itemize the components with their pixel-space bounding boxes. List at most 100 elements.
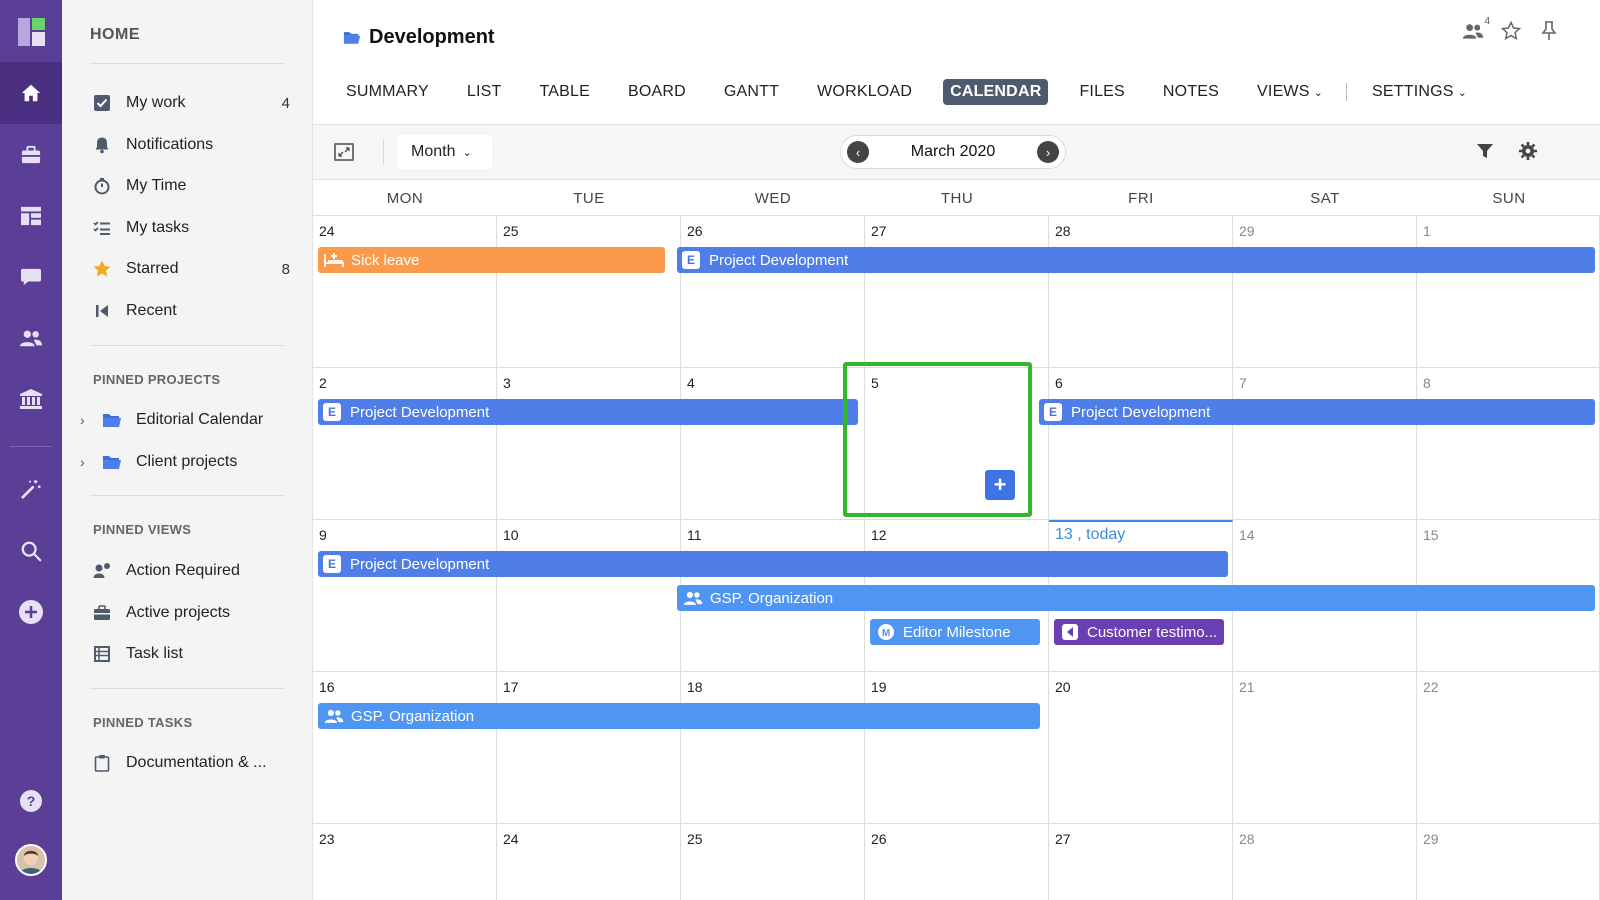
sidebar-item-notifications[interactable]: Notifications: [90, 130, 290, 160]
filter-icon[interactable]: [1476, 142, 1496, 162]
star-outline-icon[interactable]: [1500, 20, 1522, 42]
tab-list[interactable]: LIST: [460, 79, 509, 105]
day-number: 17: [503, 679, 519, 695]
day-cell[interactable]: 29: [1233, 216, 1417, 368]
day-cell[interactable]: 24: [313, 216, 497, 368]
sidebar-item-recent[interactable]: Recent: [90, 296, 290, 326]
day-cell[interactable]: 24: [497, 824, 681, 900]
view-mode-select[interactable]: Month ⌄: [397, 135, 492, 169]
sidebar-item-my-tasks[interactable]: My tasks: [90, 213, 290, 243]
app-logo[interactable]: [18, 18, 45, 46]
rail-users-icon[interactable]: [0, 307, 62, 369]
day-cell[interactable]: 29: [1417, 824, 1600, 900]
event-sick-leave[interactable]: Sick leave: [318, 247, 665, 273]
rail-help-icon[interactable]: ?: [0, 770, 62, 832]
day-cell[interactable]: 6: [1049, 368, 1233, 520]
sidebar-item-starred[interactable]: Starred 8: [90, 254, 290, 284]
rail-search-icon[interactable]: [0, 520, 62, 582]
pinned-view-active-projects[interactable]: Active projects: [90, 598, 290, 628]
users-count: 4: [1484, 16, 1490, 27]
day-cell[interactable]: 26: [681, 216, 865, 368]
rail-chat-icon[interactable]: [0, 246, 62, 308]
day-number: 11: [687, 527, 702, 543]
tab-table[interactable]: TABLE: [533, 79, 598, 105]
sidebar-item-count: 8: [281, 260, 290, 278]
event-gsp-organization[interactable]: GSP. Organization: [677, 585, 1595, 611]
day-number: 29: [1423, 831, 1439, 847]
tab-notes[interactable]: NOTES: [1156, 79, 1226, 105]
day-cell[interactable]: 28: [1233, 824, 1417, 900]
tab-files[interactable]: FILES: [1072, 79, 1131, 105]
event-project-development[interactable]: E Project Development: [318, 399, 858, 425]
day-cell[interactable]: 10: [497, 520, 681, 672]
bed-icon: [323, 251, 345, 269]
day-cell[interactable]: 28: [1049, 216, 1233, 368]
day-cell[interactable]: 18: [681, 672, 865, 824]
day-cell[interactable]: 19: [865, 672, 1049, 824]
day-cell[interactable]: 27: [865, 216, 1049, 368]
rail-add-icon[interactable]: [0, 581, 62, 643]
day-cell[interactable]: 4: [681, 368, 865, 520]
pinned-view-task-list[interactable]: Task list: [90, 639, 290, 669]
day-cell[interactable]: 25: [681, 824, 865, 900]
expand-icon[interactable]: [333, 141, 355, 163]
day-cell[interactable]: 20: [1049, 672, 1233, 824]
event-label: Customer testimo...: [1087, 623, 1218, 641]
day-cell[interactable]: 21: [1233, 672, 1417, 824]
day-cell[interactable]: 27: [1049, 824, 1233, 900]
day-cell[interactable]: 3: [497, 368, 681, 520]
rail-dashboard-icon[interactable]: [0, 185, 62, 247]
pinned-project-editorial-calendar[interactable]: › Editorial Calendar: [80, 405, 290, 435]
day-cell[interactable]: 26: [865, 824, 1049, 900]
user-avatar[interactable]: [15, 844, 47, 876]
tab-board[interactable]: BOARD: [621, 79, 693, 105]
chevron-right-icon[interactable]: ›: [80, 412, 92, 428]
day-number: 23: [319, 831, 335, 847]
next-month-button[interactable]: ›: [1037, 141, 1059, 163]
event-gsp-organization[interactable]: GSP. Organization: [318, 703, 1040, 729]
sidebar-item-my-work[interactable]: My work 4: [90, 88, 290, 118]
event-editor-milestone[interactable]: M Editor Milestone: [870, 619, 1040, 645]
pinned-projects-heading: PINNED PROJECTS: [93, 372, 221, 387]
tab-gantt[interactable]: GANTT: [717, 79, 786, 105]
day-number: 27: [1055, 831, 1071, 847]
day-number: 26: [687, 223, 703, 239]
users-icon[interactable]: 4: [1462, 16, 1490, 42]
rail-home-icon[interactable]: [0, 62, 62, 124]
day-cell[interactable]: 9: [313, 520, 497, 672]
tab-workload[interactable]: WORKLOAD: [810, 79, 919, 105]
day-cell[interactable]: 8: [1417, 368, 1600, 520]
day-cell[interactable]: 7: [1233, 368, 1417, 520]
day-cell[interactable]: 23: [313, 824, 497, 900]
day-cell[interactable]: 25: [497, 216, 681, 368]
event-project-development[interactable]: E Project Development: [1039, 399, 1595, 425]
rail-magic-wand-icon[interactable]: [0, 458, 62, 520]
pinned-task-documentation[interactable]: Documentation & ...: [90, 748, 290, 778]
day-cell[interactable]: 2: [313, 368, 497, 520]
event-project-development[interactable]: E Project Development: [677, 247, 1595, 273]
sidebar-item-my-time[interactable]: My Time: [90, 171, 290, 201]
tab-settings[interactable]: SETTINGS ⌄: [1365, 79, 1474, 105]
day-cell[interactable]: 22: [1417, 672, 1600, 824]
chevron-right-icon[interactable]: ›: [80, 454, 92, 470]
day-cell[interactable]: 1: [1417, 216, 1600, 368]
tab-views[interactable]: VIEWS ⌄: [1250, 79, 1330, 105]
rail-briefcase-icon[interactable]: [0, 124, 62, 186]
tab-calendar[interactable]: CALENDAR: [943, 79, 1049, 105]
pinned-view-action-required[interactable]: Action Required: [90, 556, 290, 586]
gear-icon[interactable]: [1518, 141, 1540, 163]
day-cell[interactable]: 16: [313, 672, 497, 824]
calendar-grid: 24 25 26 27 28 29 1 2 3 4 5 6 7 8 9 10 1…: [313, 215, 1600, 900]
event-customer-testimonial[interactable]: Customer testimo...: [1054, 619, 1224, 645]
rail-bank-icon[interactable]: [0, 368, 62, 430]
day-cell[interactable]: 17: [497, 672, 681, 824]
add-event-button[interactable]: +: [985, 470, 1015, 500]
event-project-development[interactable]: E Project Development: [318, 551, 1228, 577]
tab-summary[interactable]: SUMMARY: [339, 79, 436, 105]
pin-icon[interactable]: [1538, 20, 1560, 42]
sidebar-divider: [90, 345, 285, 346]
pinned-project-client-projects[interactable]: › Client projects: [80, 447, 290, 477]
prev-month-button[interactable]: ‹: [847, 141, 869, 163]
pinned-project-label: Editorial Calendar: [136, 411, 264, 428]
sidebar: HOME My work 4 Notifications My Time My …: [62, 0, 313, 900]
